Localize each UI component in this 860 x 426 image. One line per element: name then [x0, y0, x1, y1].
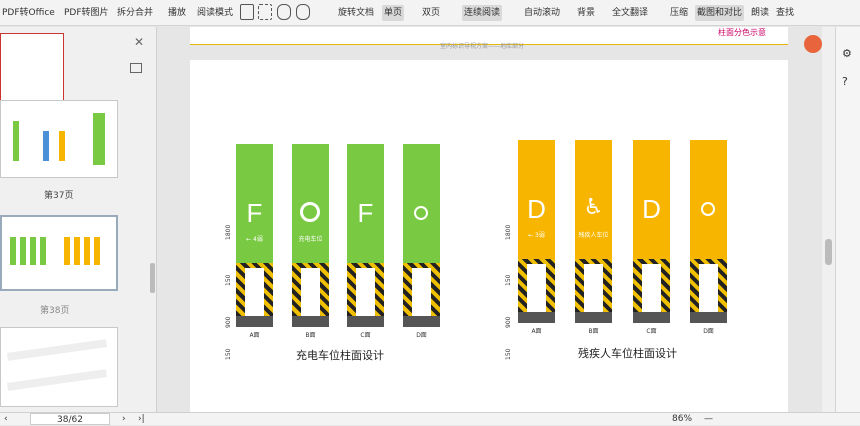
dim-150-bottom: 150: [505, 348, 512, 360]
thumbnail-sidebar: ✕ 第37页 第38页: [0, 27, 157, 412]
pdf-to-office-button[interactable]: PDF转Office: [0, 5, 57, 21]
thumbnail-page-37[interactable]: [0, 100, 118, 178]
rotate-left-icon[interactable]: [277, 4, 291, 20]
continuous-reading-button[interactable]: 连续阅读: [462, 5, 503, 21]
pole-face: B面: [305, 332, 316, 339]
document-view: 室内标识导视方案——地库部分 柱面分色示意 1800 150 900 150 F…: [158, 27, 822, 412]
thumbnail-page-39[interactable]: [0, 327, 118, 407]
pdf-to-image-button[interactable]: PDF转图片: [62, 5, 111, 21]
assistant-icon[interactable]: [804, 35, 822, 53]
pole-sub: ← 4弱: [246, 236, 263, 243]
close-icon[interactable]: ✕: [134, 35, 144, 49]
right-panel: ⚙ ?: [835, 27, 860, 412]
fit-page-icon[interactable]: [240, 4, 254, 20]
compress-button[interactable]: 压缩: [668, 5, 690, 21]
prev-icon[interactable]: ‹: [4, 413, 8, 425]
pole-letter: D: [527, 194, 546, 224]
status-bar: ‹ 38/62 › ›| 86% —: [0, 412, 860, 425]
zoom-out-icon[interactable]: —: [704, 413, 713, 425]
pole-face: D面: [703, 328, 714, 335]
full-translate-button[interactable]: 全文翻译: [610, 5, 650, 21]
thumbnail-page-38[interactable]: [0, 215, 118, 291]
logo-icon: [414, 206, 428, 220]
double-page-button[interactable]: 双页: [420, 5, 442, 21]
pole-face: C面: [646, 328, 657, 335]
dim-150-top: 150: [505, 274, 512, 286]
previous-page-strip: 室内标识导视方案——地库部分 柱面分色示意: [190, 27, 788, 50]
rotate-doc-button[interactable]: 旋转文档: [336, 5, 376, 21]
page-38: 1800 150 900 150 F ← 4弱 A面 充电车位 B面 F C面 …: [190, 60, 788, 412]
help-icon[interactable]: ?: [842, 75, 848, 88]
sidebar-scrollbar[interactable]: [150, 263, 155, 293]
split-merge-button[interactable]: 拆分合并: [115, 5, 155, 21]
pole-face: B面: [588, 328, 599, 335]
page-37-label: 第37页: [44, 191, 74, 201]
pole-d: D面: [690, 140, 727, 335]
page-header-right: 柱面分色示意: [718, 28, 766, 37]
logo-icon: [701, 202, 715, 216]
dim-150-top: 150: [225, 274, 232, 286]
dim-1800: 1800: [505, 224, 512, 240]
accessible-title: 残疾人车位柱面设计: [578, 347, 677, 360]
fit-width-icon[interactable]: [258, 4, 272, 20]
dim-1800: 1800: [225, 224, 232, 240]
pole-sub: 充电车位: [298, 236, 323, 243]
pole-b: ♿ 残疾人车位 B面: [575, 140, 612, 335]
read-aloud-button[interactable]: 朗读: [749, 5, 771, 21]
pole-sub: ← 3弱: [528, 232, 545, 239]
pole-d: D面: [403, 144, 440, 339]
play-button[interactable]: 播放: [166, 5, 188, 21]
rotate-right-icon[interactable]: [296, 4, 310, 20]
page-number-input[interactable]: 38/62: [30, 413, 110, 425]
dim-900: 900: [505, 316, 512, 328]
auto-scroll-button[interactable]: 自动滚动: [522, 5, 562, 21]
vertical-scrollbar[interactable]: [822, 27, 835, 412]
pole-sub: 残疾人车位: [578, 232, 609, 239]
pole-a: F ← 4弱 A面: [236, 144, 273, 339]
pole-b: 充电车位 B面: [292, 144, 329, 339]
settings-icon[interactable]: ⚙: [842, 47, 852, 60]
scroll-thumb[interactable]: [825, 239, 832, 265]
pole-c: D C面: [633, 140, 670, 335]
pole-face: A面: [249, 332, 260, 339]
pole-face: C面: [360, 332, 371, 339]
background-button[interactable]: 背景: [575, 5, 597, 21]
toolbar: PDF转Office PDF转图片 拆分合并 播放 阅读模式 旋转文档 单页 双…: [0, 0, 860, 26]
page-header-center: 室内标识导视方案——地库部分: [440, 43, 525, 50]
find-button[interactable]: 查找: [774, 5, 796, 21]
pole-letter: F: [246, 198, 263, 228]
wheelchair-icon: ♿: [583, 195, 604, 220]
single-page-button[interactable]: 单页: [382, 5, 405, 21]
image-icon[interactable]: [130, 63, 142, 73]
zoom-level[interactable]: 86%: [672, 413, 692, 425]
pole-letter: D: [642, 194, 661, 224]
pole-c: F C面: [347, 144, 384, 339]
pole-face: A面: [531, 328, 542, 335]
dim-150-bottom: 150: [225, 348, 232, 360]
charging-title: 充电车位柱面设计: [296, 349, 384, 362]
charging-icon: [300, 202, 320, 222]
dim-900: 900: [225, 316, 232, 328]
last-page-icon[interactable]: ›|: [138, 413, 145, 425]
screenshot-compare-button[interactable]: 截图和对比: [695, 5, 745, 21]
pole-letter: F: [357, 198, 374, 228]
reading-mode-button[interactable]: 阅读模式: [195, 5, 235, 21]
page-38-label: 第38页: [40, 306, 70, 316]
next-icon[interactable]: ›: [122, 413, 126, 425]
pole-a: D ← 3弱 A面: [518, 140, 555, 335]
pole-face: D面: [416, 332, 427, 339]
